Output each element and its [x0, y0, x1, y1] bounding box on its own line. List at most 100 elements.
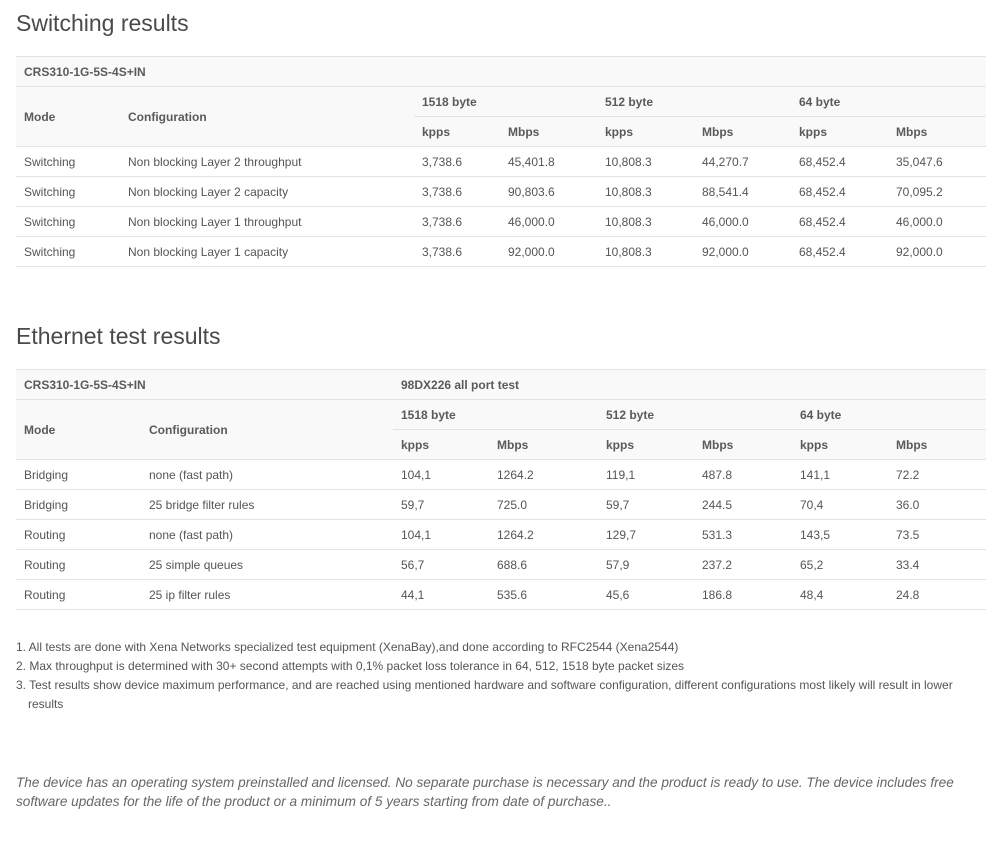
table-cell: 59,7 — [598, 489, 694, 520]
table-cell: 25 simple queues — [141, 549, 393, 580]
table-row: Switching Non blocking Layer 2 capacity … — [16, 176, 987, 207]
table-cell: none (fast path) — [141, 519, 393, 550]
note-item: 2. Max throughput is determined with 30+… — [16, 659, 685, 673]
table-cell: Switching — [16, 206, 120, 237]
table-cell: 3,738.6 — [414, 236, 500, 267]
table-cell: 487.8 — [694, 459, 792, 490]
table-cell: 68,452.4 — [791, 146, 888, 177]
table-cell: 68,452.4 — [791, 206, 888, 237]
table-cell: 72.2 — [888, 459, 986, 490]
ethernet-test-header: 98DX226 all port test — [393, 369, 986, 400]
license-note: The device has an operating system prein… — [16, 775, 954, 809]
table-cell: 44,1 — [393, 579, 489, 610]
table-row: Routing 25 simple queues 56,7 688.6 57,9… — [16, 549, 986, 580]
table-row: Switching Non blocking Layer 2 throughpu… — [16, 146, 987, 177]
table-cell: 531.3 — [694, 519, 792, 550]
table-cell: Routing — [16, 519, 141, 550]
ethernet-group-header: 64 byte — [792, 399, 986, 430]
test-notes: 1. All tests are done with Xena Networks… — [16, 638, 976, 714]
switching-unit-header: Mbps — [500, 116, 597, 147]
table-cell: 24.8 — [888, 579, 986, 610]
table-row: Switching Non blocking Layer 1 throughpu… — [16, 206, 987, 237]
ethernet-unit-header: kpps — [792, 429, 888, 460]
note-item: 3. Test results show device maximum perf… — [16, 678, 953, 711]
table-cell: 65,2 — [792, 549, 888, 580]
table-cell: Non blocking Layer 2 throughput — [120, 146, 414, 177]
table-cell: 92,000.0 — [888, 236, 987, 267]
table-cell: 73.5 — [888, 519, 986, 550]
switching-unit-header: kpps — [414, 116, 500, 147]
ethernet-results-table: CRS310-1G-5S-4S+IN 98DX226 all port test… — [16, 369, 986, 610]
table-cell: 45,6 — [598, 579, 694, 610]
table-cell: 104,1 — [393, 459, 489, 490]
table-row: Switching Non blocking Layer 1 capacity … — [16, 236, 987, 267]
ethernet-unit-header: kpps — [393, 429, 489, 460]
table-cell: 48,4 — [792, 579, 888, 610]
table-cell: 46,000.0 — [500, 206, 597, 237]
ethernet-unit-header: Mbps — [888, 429, 986, 460]
switching-group-header: 64 byte — [791, 86, 987, 117]
table-cell: 244.5 — [694, 489, 792, 520]
table-cell: 36.0 — [888, 489, 986, 520]
table-cell: 45,401.8 — [500, 146, 597, 177]
table-cell: 3,738.6 — [414, 206, 500, 237]
table-cell: 10,808.3 — [597, 206, 694, 237]
table-cell: 90,803.6 — [500, 176, 597, 207]
table-cell: 688.6 — [489, 549, 598, 580]
table-cell: 25 ip filter rules — [141, 579, 393, 610]
table-cell: 3,738.6 — [414, 146, 500, 177]
switching-mode-header: Mode — [16, 86, 120, 147]
table-cell: Switching — [16, 176, 120, 207]
table-row: Routing 25 ip filter rules 44,1 535.6 45… — [16, 579, 986, 610]
ethernet-mode-header: Mode — [16, 399, 141, 460]
table-cell: 44,270.7 — [694, 146, 791, 177]
switching-group-header: 512 byte — [597, 86, 791, 117]
table-cell: 56,7 — [393, 549, 489, 580]
table-cell: 68,452.4 — [791, 176, 888, 207]
table-cell: 104,1 — [393, 519, 489, 550]
table-cell: 129,7 — [598, 519, 694, 550]
table-cell: 3,738.6 — [414, 176, 500, 207]
table-cell: 46,000.0 — [888, 206, 987, 237]
table-row: Bridging none (fast path) 104,1 1264.2 1… — [16, 459, 986, 490]
table-cell: 92,000.0 — [500, 236, 597, 267]
switching-results-title: Switching results — [16, 10, 189, 36]
table-cell: 46,000.0 — [694, 206, 791, 237]
table-cell: 725.0 — [489, 489, 598, 520]
switching-unit-header: kpps — [791, 116, 888, 147]
ethernet-unit-header: Mbps — [694, 429, 792, 460]
switching-configuration-header: Configuration — [120, 86, 414, 147]
table-cell: 59,7 — [393, 489, 489, 520]
table-cell: 10,808.3 — [597, 176, 694, 207]
switching-model-header: CRS310-1G-5S-4S+IN — [16, 56, 987, 87]
table-cell: 70,095.2 — [888, 176, 987, 207]
table-cell: 141,1 — [792, 459, 888, 490]
table-cell: 237.2 — [694, 549, 792, 580]
switching-results-table: CRS310-1G-5S-4S+IN Mode Configuration 15… — [16, 56, 987, 267]
table-cell: 92,000.0 — [694, 236, 791, 267]
table-cell: 535.6 — [489, 579, 598, 610]
table-cell: 1264.2 — [489, 519, 598, 550]
table-cell: Switching — [16, 146, 120, 177]
table-cell: 119,1 — [598, 459, 694, 490]
table-cell: 33.4 — [888, 549, 986, 580]
table-cell: none (fast path) — [141, 459, 393, 490]
table-cell: Non blocking Layer 2 capacity — [120, 176, 414, 207]
table-cell: Routing — [16, 549, 141, 580]
table-cell: 186.8 — [694, 579, 792, 610]
switching-group-header: 1518 byte — [414, 86, 597, 117]
note-item: 1. All tests are done with Xena Networks… — [16, 640, 679, 654]
table-cell: Bridging — [16, 489, 141, 520]
table-cell: 88,541.4 — [694, 176, 791, 207]
table-cell: 57,9 — [598, 549, 694, 580]
ethernet-model-header: CRS310-1G-5S-4S+IN — [16, 369, 393, 400]
ethernet-group-header: 512 byte — [598, 399, 792, 430]
table-cell: 143,5 — [792, 519, 888, 550]
table-cell: 25 bridge filter rules — [141, 489, 393, 520]
switching-unit-header: Mbps — [888, 116, 987, 147]
table-cell: Non blocking Layer 1 throughput — [120, 206, 414, 237]
table-cell: 70,4 — [792, 489, 888, 520]
table-cell: 35,047.6 — [888, 146, 987, 177]
table-cell: Bridging — [16, 459, 141, 490]
table-cell: 10,808.3 — [597, 146, 694, 177]
